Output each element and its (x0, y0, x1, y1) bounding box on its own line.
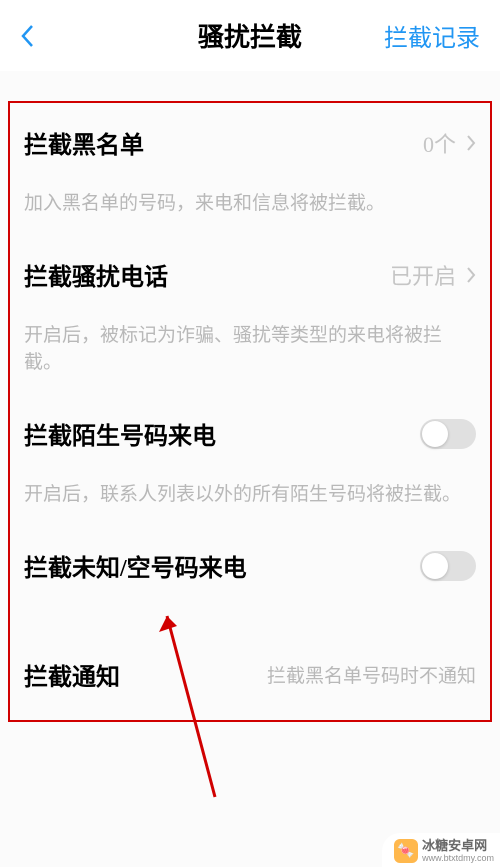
row-content: 拦截黑名单 0个 (24, 125, 476, 160)
spam-call-label: 拦截骚扰电话 (24, 257, 168, 292)
blacklist-count: 0个 (423, 127, 456, 159)
stranger-label: 拦截陌生号码来电 (24, 416, 216, 451)
back-button[interactable] (20, 21, 50, 51)
settings-group: 拦截黑名单 0个 加入黑名单的号码，来电和信息将被拦截。 拦截骚扰电话 已开启 … (8, 101, 492, 722)
spam-call-desc: 开启后，被标记为诈骗、骚扰等类型的来电将被拦截。 (10, 310, 490, 394)
notification-row[interactable]: 拦截通知 拦截黑名单号码时不通知 (10, 629, 490, 720)
row-content: 拦截未知/空号码来电 (24, 548, 476, 583)
stranger-row: 拦截陌生号码来电 (10, 394, 490, 469)
toggle-knob (422, 421, 448, 447)
spam-call-status: 已开启 (390, 259, 456, 291)
row-content: 拦截陌生号码来电 (24, 416, 476, 451)
stranger-toggle[interactable] (420, 419, 476, 449)
blacklist-value-wrap: 0个 (423, 127, 476, 159)
spacer (10, 601, 490, 629)
header: 骚扰拦截 拦截记录 (0, 0, 500, 71)
watermark-url: www.btxtdmy.com (422, 854, 494, 863)
unknown-row: 拦截未知/空号码来电 (10, 526, 490, 601)
spam-call-row[interactable]: 拦截骚扰电话 已开启 (10, 235, 490, 310)
unknown-label: 拦截未知/空号码来电 (24, 548, 247, 583)
toggle-knob (422, 553, 448, 579)
blacklist-row[interactable]: 拦截黑名单 0个 (10, 103, 490, 178)
spam-call-value-wrap: 已开启 (390, 259, 476, 291)
watermark-text-col: 冰糖安卓网 www.btxtdmy.com (422, 839, 494, 863)
chevron-right-icon (466, 134, 476, 152)
watermark-text: 冰糖安卓网 (422, 839, 494, 852)
watermark-logo-icon: 🍬 (394, 839, 418, 863)
watermark: 🍬 冰糖安卓网 www.btxtdmy.com (382, 833, 500, 867)
block-log-link[interactable]: 拦截记录 (384, 18, 480, 53)
page-title: 骚扰拦截 (198, 17, 302, 54)
blacklist-desc: 加入黑名单的号码，来电和信息将被拦截。 (10, 178, 490, 235)
unknown-toggle[interactable] (420, 551, 476, 581)
notification-label: 拦截通知 (24, 657, 120, 692)
blacklist-label: 拦截黑名单 (24, 125, 144, 160)
chevron-right-icon (466, 266, 476, 284)
row-content: 拦截骚扰电话 已开启 (24, 257, 476, 292)
chevron-left-icon (20, 24, 34, 48)
notification-value: 拦截黑名单号码时不通知 (267, 661, 476, 688)
stranger-desc: 开启后，联系人列表以外的所有陌生号码将被拦截。 (10, 469, 490, 526)
